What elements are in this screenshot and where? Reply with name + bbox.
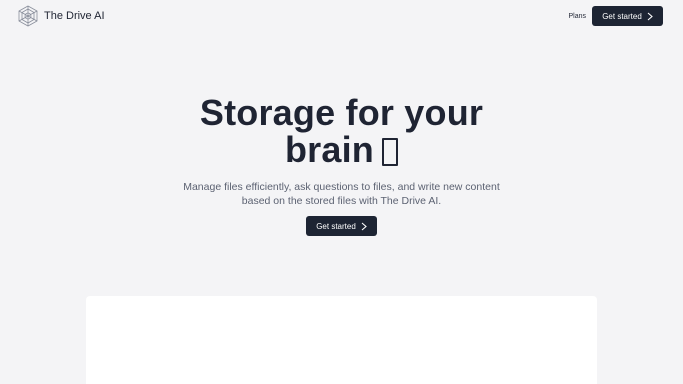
hero-section: Storage for your brain Manage files effi… (0, 94, 683, 236)
hero-title-line-1: Storage for your (199, 92, 484, 133)
plans-link[interactable]: Plans (568, 13, 586, 20)
chevron-right-icon (361, 222, 367, 231)
hero-title: Storage for your brain (0, 94, 683, 168)
missing-glyph-icon (382, 138, 398, 166)
chevron-right-icon (647, 12, 653, 21)
header-get-started-button[interactable]: Get started (592, 6, 663, 26)
hero-title-brain-word: brain (284, 129, 374, 170)
header-actions: Plans Get started (568, 6, 663, 26)
hexagon-cube-logo-icon (17, 5, 39, 27)
header-get-started-label: Get started (602, 11, 642, 21)
hero-cta-wrapper: Get started (0, 216, 683, 236)
brand-name: The Drive AI (44, 10, 105, 22)
hero-get-started-button[interactable]: Get started (306, 216, 377, 236)
hero-title-line-2: brain (0, 131, 683, 168)
landing-page: The Drive AI Plans Get started Storage f… (0, 0, 683, 384)
app-preview-panel (86, 296, 597, 384)
brand-link[interactable]: The Drive AI (17, 5, 105, 27)
hero-get-started-label: Get started (316, 221, 356, 231)
top-navbar: The Drive AI Plans Get started (0, 0, 683, 32)
hero-subtitle: Manage files efficiently, ask questions … (183, 181, 500, 207)
